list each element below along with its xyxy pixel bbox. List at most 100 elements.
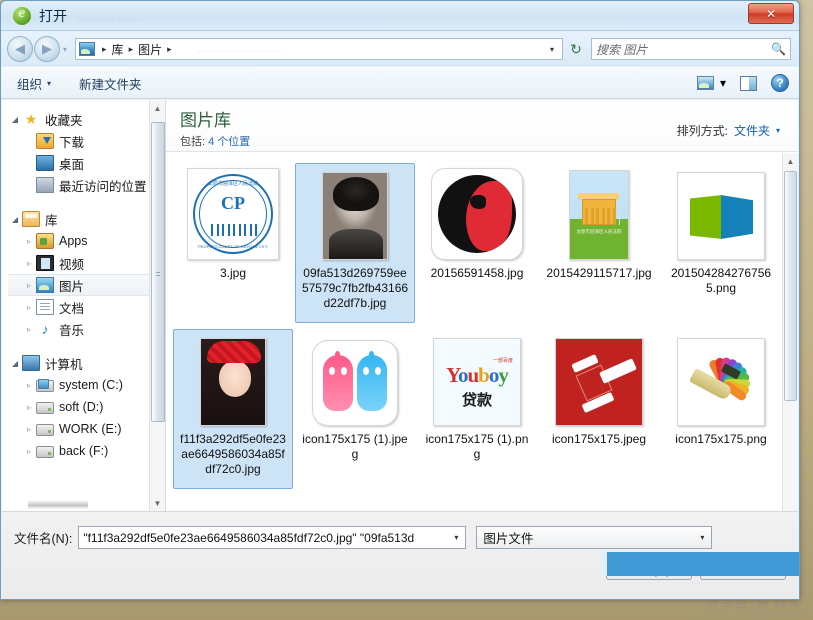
music-library-icon: ♪ (36, 321, 54, 337)
seal-center-text: CP (195, 193, 271, 214)
sidebar-item-4[interactable]: ◢库 (8, 208, 165, 230)
thumbnail-bottle-logo (677, 338, 765, 426)
recent-locations-dropdown-icon[interactable]: ▾ (63, 45, 67, 54)
includes-locations-link[interactable]: 4 个位置 (208, 136, 250, 148)
back-arrow-icon: ◀ (15, 41, 25, 57)
documents-library-icon (36, 299, 54, 315)
tree-expander-icon[interactable]: ▹ (22, 237, 36, 246)
file-tile[interactable]: 2015042842767565.png (661, 163, 781, 323)
forward-button[interactable]: ▶ (34, 36, 60, 62)
window-title-ghost: …………… (77, 9, 142, 23)
breadcrumb-item-pictures[interactable]: 图片 (138, 41, 162, 58)
file-tile[interactable]: 太原市迎泽区人民法院 2015429115717.jpg (539, 163, 659, 323)
file-tile[interactable]: icon175x175 (1).jpeg (295, 329, 415, 489)
sidebar-item-14[interactable]: ▹back (F:) (8, 440, 165, 462)
pictures-library-icon (79, 42, 95, 56)
tree-expander-icon[interactable]: ▹ (22, 403, 36, 412)
sidebar-item-label: 音乐 (59, 320, 84, 339)
organize-button[interactable]: 组织 ▾ (17, 74, 51, 93)
preview-pane-icon[interactable] (740, 76, 757, 91)
breadcrumb-item-library[interactable]: 库 (112, 41, 124, 58)
sidebar-item-8[interactable]: ▹文档 (8, 296, 165, 318)
back-button[interactable]: ◀ (7, 36, 33, 62)
refresh-button[interactable]: ↻ (565, 38, 587, 60)
breadcrumb-bar[interactable]: ▸ 库 ▸ 图片 ▸ …………………… ▾ (75, 38, 563, 60)
file-tile[interactable]: icon175x175.jpeg (539, 329, 659, 489)
file-thumbnail: 太原市迎泽区人民法院CPPEOPLE'S COURT OF TAIYUAN CI… (181, 168, 285, 260)
sidebar-item-6[interactable]: ▹视频 (8, 252, 165, 274)
tree-expander-icon[interactable]: ▹ (22, 447, 36, 456)
file-thumbnail (547, 334, 651, 426)
file-name-label: f11f3a292df5e0fe23ae6649586034a85fdf72c0… (179, 432, 287, 477)
file-name-label: 2015429115717.jpg (545, 266, 653, 281)
file-tile[interactable]: 太原市迎泽区人民法院CPPEOPLE'S COURT OF TAIYUAN CI… (173, 163, 293, 323)
sidebar-item-1[interactable]: 下载 (8, 130, 165, 152)
window-title: 打开 (39, 6, 67, 26)
sidebar-item-2[interactable]: 桌面 (8, 152, 165, 174)
tree-expander-icon[interactable]: ▹ (22, 325, 36, 334)
scroll-down-button[interactable]: ▼ (150, 495, 166, 511)
filename-input[interactable]: "f11f3a292df5e0fe23ae6649586034a85fdf72c… (78, 526, 466, 549)
help-icon[interactable]: ? (771, 74, 789, 92)
open-file-dialog: 打开 …………… ✕ ◀ ▶ ▾ ▸ 库 ▸ 图片 ▸ …………………… ▾ ↻ (0, 0, 800, 600)
sidebar-scrollbar[interactable]: ▲ ▼ (149, 100, 165, 511)
tree-expander-icon[interactable]: ◢ (8, 359, 22, 368)
sidebar-item-7[interactable]: ▹图片 (8, 274, 165, 296)
search-input[interactable]: 搜索 图片 (596, 41, 771, 58)
new-folder-button[interactable]: 新建文件夹 (79, 74, 142, 93)
filename-value[interactable]: "f11f3a292df5e0fe23ae6649586034a85fdf72c… (83, 531, 448, 545)
sidebar-item-10[interactable]: ◢计算机 (8, 352, 165, 374)
sidebar-item-5[interactable]: ▹Apps (8, 230, 165, 252)
sidebar-item-12[interactable]: ▹soft (D:) (8, 396, 165, 418)
file-tile[interactable]: 09fa513d269759ee57579c7fb2fb43166d22df7b… (295, 163, 415, 323)
file-tile[interactable]: icon175x175.png (661, 329, 781, 489)
scroll-up-button[interactable]: ▲ (783, 153, 799, 169)
close-button[interactable]: ✕ (748, 3, 794, 24)
sidebar-item-0[interactable]: ◢★收藏夹 (8, 108, 165, 130)
file-name-label: icon175x175.png (667, 432, 775, 447)
download-folder-icon (36, 133, 54, 149)
sidebar-item-9[interactable]: ▹♪ 音乐 (8, 318, 165, 340)
file-list-scrollbar[interactable]: ▲ (782, 153, 798, 511)
change-view-button[interactable]: ▾ (697, 76, 726, 90)
flagpole-graphic (619, 191, 620, 225)
tree-expander-icon[interactable]: ▹ (22, 281, 36, 290)
chevron-down-icon: ▾ (720, 76, 726, 90)
computer-icon (22, 355, 40, 371)
chevron-down-icon: ▾ (693, 533, 711, 542)
file-list-scroll-thumb[interactable] (784, 171, 797, 401)
star-icon: ★ (22, 111, 40, 127)
sidebar-item-3[interactable]: 最近访问的位置 (8, 174, 165, 196)
tree-expander-icon[interactable]: ◢ (8, 215, 22, 224)
tree-expander-icon[interactable]: ▹ (22, 259, 36, 268)
scroll-up-button[interactable]: ▲ (150, 100, 166, 116)
thumbnail-bw-portrait (322, 172, 388, 260)
tree-expander-icon[interactable]: ▹ (22, 425, 36, 434)
search-box[interactable]: 搜索 图片 🔍 (591, 38, 791, 60)
drive-icon (36, 446, 54, 458)
filetype-dropdown[interactable]: 图片文件 ▾ (476, 526, 712, 549)
sidebar-scroll-track[interactable] (150, 116, 166, 495)
address-dropdown-icon[interactable]: ▾ (544, 39, 560, 59)
tree-expander-icon[interactable]: ◢ (8, 115, 22, 124)
sidebar-scroll-thumb[interactable] (151, 122, 165, 422)
file-tile[interactable]: 20156591458.jpg (417, 163, 537, 323)
forward-arrow-icon: ▶ (42, 41, 52, 57)
file-tile[interactable]: f11f3a292df5e0fe23ae6649586034a85fdf72c0… (173, 329, 293, 489)
arrange-by-control[interactable]: 排列方式: 文件夹 ▾ (677, 122, 780, 139)
file-grid[interactable]: 太原市迎泽区人民法院CPPEOPLE'S COURT OF TAIYUAN CI… (166, 153, 782, 511)
mascot-blue-graphic (357, 355, 387, 411)
file-tile[interactable]: Youboy一部百度贷款icon175x175 (1).png (417, 329, 537, 489)
apps-library-icon (36, 233, 54, 249)
sidebar-item-label: WORK (E:) (59, 422, 122, 436)
breadcrumb-separator: ▸ (102, 44, 107, 55)
sidebar-item-13[interactable]: ▹ WORK (E:) (8, 418, 165, 440)
chevron-down-icon[interactable]: ▾ (448, 533, 464, 542)
house-graphic (582, 199, 616, 225)
arrange-by-value[interactable]: 文件夹 (734, 122, 770, 139)
sidebar-item-11[interactable]: ▹system (C:) (8, 374, 165, 396)
thumbnail-building-illustration: 太原市迎泽区人民法院 (569, 170, 629, 260)
youboy-superscript: 一部百度 (493, 357, 513, 364)
tree-expander-icon[interactable]: ▹ (22, 303, 36, 312)
tree-expander-icon[interactable]: ▹ (22, 381, 36, 390)
